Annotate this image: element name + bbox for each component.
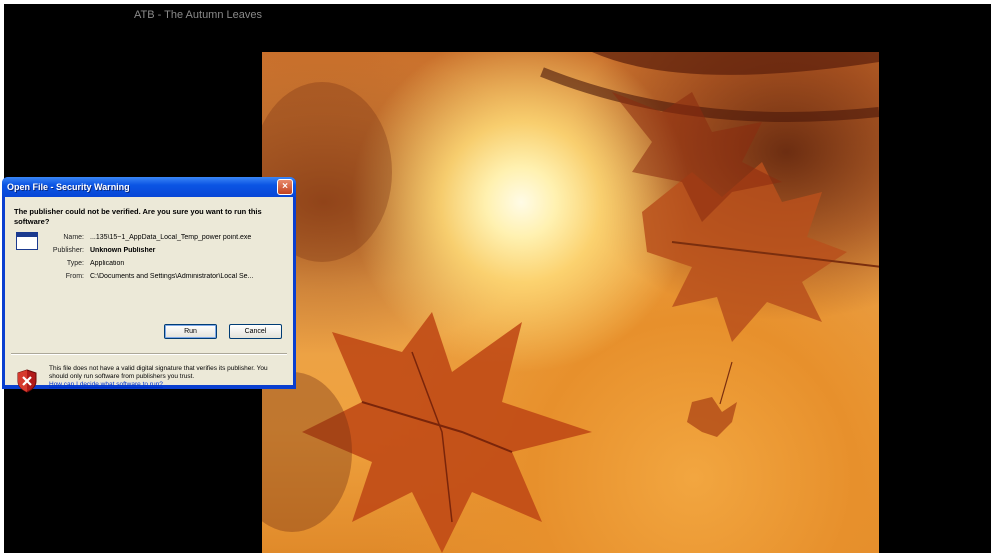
detail-value: ...135\15~1_AppData_Local_Temp_power poi… — [90, 234, 252, 241]
detail-label: Name: — [63, 234, 84, 241]
detail-value: Application — [90, 260, 125, 267]
dialog-titlebar[interactable]: Open File - Security Warning × — [2, 177, 296, 197]
window-title: ATB - The Autumn Leaves — [134, 9, 262, 21]
detail-row-type: Type: Application — [45, 257, 290, 270]
detail-row-from: From: C:\Documents and Settings\Administ… — [45, 270, 290, 283]
dialog-body: The publisher could not be verified. Are… — [5, 197, 293, 393]
warning-text: This file does not have a valid digital … — [49, 365, 268, 380]
application-icon — [16, 232, 38, 250]
divider — [11, 353, 287, 355]
file-details: Name: ...135\15~1_AppData_Local_Temp_pow… — [45, 231, 290, 283]
security-warning-dialog: Open File - Security Warning × The publi… — [2, 177, 296, 393]
dialog-title: Open File - Security Warning — [7, 182, 130, 192]
warning-message: This file does not have a valid digital … — [49, 365, 285, 389]
detail-label: Type: — [66, 260, 84, 267]
run-button[interactable]: Run — [164, 324, 217, 339]
autumn-leaves-image — [262, 52, 879, 553]
dialog-question: The publisher could not be verified. Are… — [14, 207, 262, 226]
detail-row-publisher: Publisher: Unknown Publisher — [45, 244, 290, 257]
shield-warning-icon — [17, 369, 37, 393]
detail-value: Unknown Publisher — [90, 247, 156, 254]
detail-label: Publisher: — [52, 247, 84, 254]
cancel-button[interactable]: Cancel — [229, 324, 282, 339]
close-icon[interactable]: × — [277, 179, 293, 195]
help-link[interactable]: How can I decide what software to run? — [49, 381, 163, 388]
detail-value: C:\Documents and Settings\Administrator\… — [90, 273, 254, 280]
detail-label: From: — [65, 273, 84, 280]
detail-row-name: Name: ...135\15~1_AppData_Local_Temp_pow… — [45, 231, 290, 244]
